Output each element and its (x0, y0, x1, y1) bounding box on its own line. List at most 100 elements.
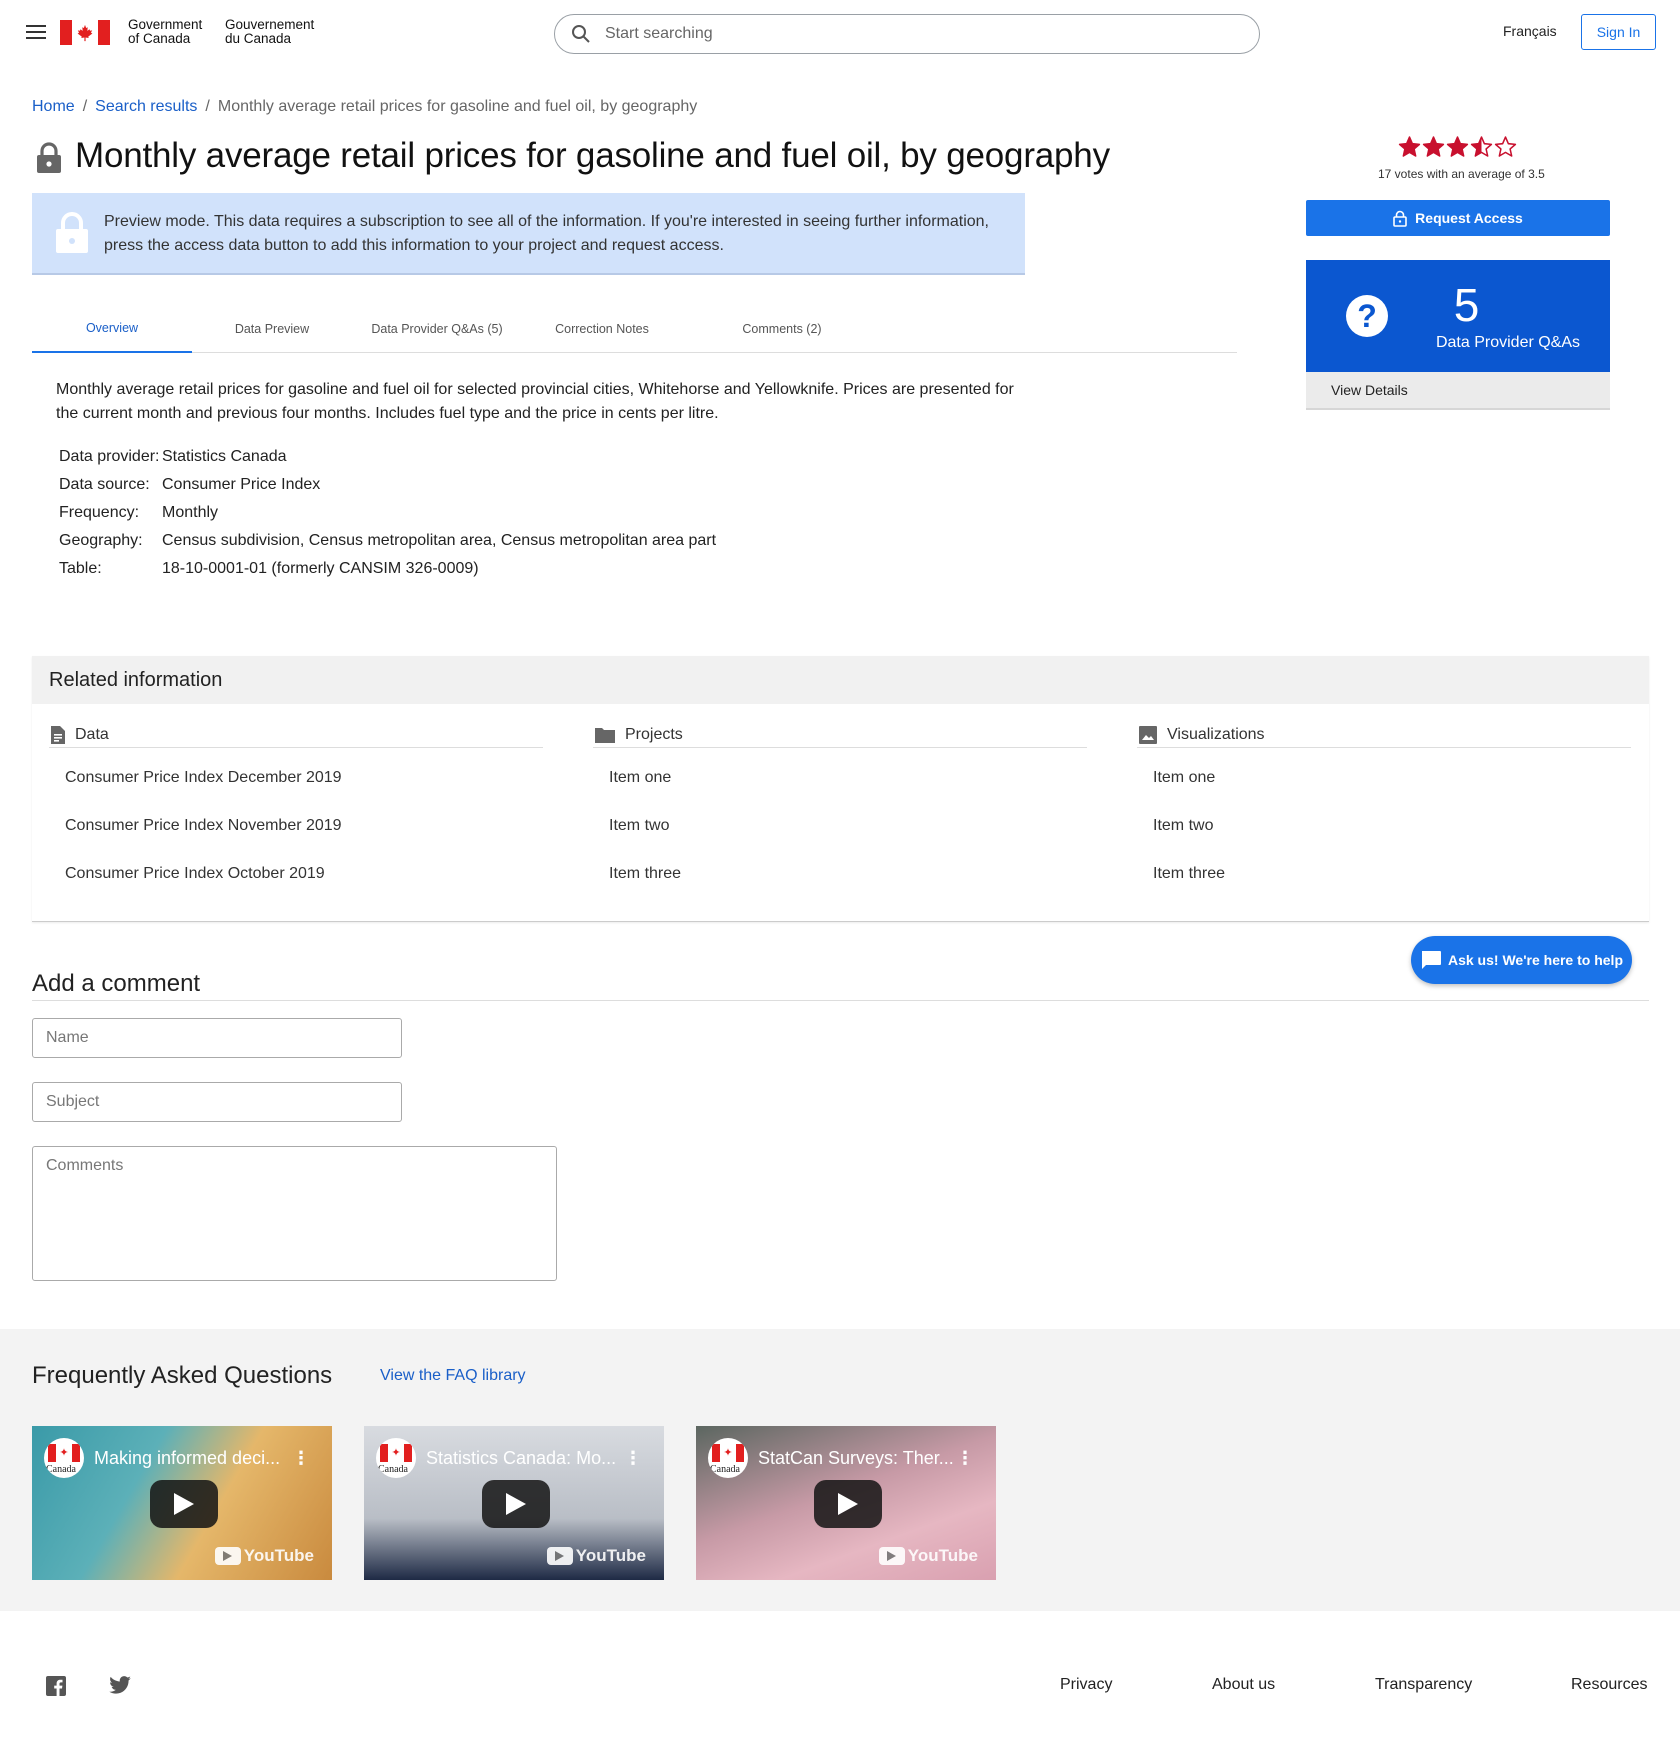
twitter-icon[interactable] (109, 1676, 131, 1699)
add-comment-title: Add a comment (32, 970, 201, 997)
channel-name: Canada (378, 1464, 408, 1475)
metadata-value: 18-10-0001-01 (formerly CANSIM 326-0009) (162, 560, 479, 577)
menu-icon[interactable] (26, 25, 46, 39)
related-project-link[interactable]: Item one (593, 754, 1087, 802)
faq-section: Frequently Asked Questions View the FAQ … (0, 1329, 1680, 1611)
related-column-header: Visualizations (1137, 724, 1631, 748)
breadcrumb-separator: / (82, 98, 88, 115)
play-button-icon[interactable] (482, 1480, 550, 1528)
tab-bar: Overview Data Preview Data Provider Q&As… (32, 305, 1237, 353)
star-rating[interactable] (1398, 136, 1517, 158)
sign-in-button[interactable]: Sign In (1581, 14, 1656, 50)
metadata-row: Data source: Consumer Price Index (59, 471, 716, 499)
related-column-header: Data (49, 724, 543, 748)
related-project-link[interactable]: Item three (593, 850, 1087, 898)
channel-avatar: ✦ Canada (376, 1438, 416, 1478)
breadcrumb-home[interactable]: Home (32, 98, 75, 116)
related-visualization-link[interactable]: Item one (1137, 754, 1631, 802)
faq-video[interactable]: ✦ Canada StatCan Surveys: Ther... ⋮ YouTu… (696, 1426, 996, 1580)
star-empty-icon[interactable] (1494, 136, 1517, 158)
youtube-wordmark: YouTube (575, 1546, 646, 1565)
metadata-row: Frequency: Monthly (59, 499, 716, 527)
ask-us-label: Ask us! We're here to help (1447, 952, 1623, 968)
lock-icon (1393, 210, 1407, 227)
youtube-logo: YouTube (214, 1546, 314, 1566)
search-input[interactable] (605, 25, 1205, 43)
metadata-key: Geography: (59, 532, 143, 549)
star-filled-icon[interactable] (1446, 136, 1469, 158)
footer-link-privacy[interactable]: Privacy (1060, 1676, 1112, 1694)
tab-data-preview[interactable]: Data Preview (192, 305, 352, 353)
qa-label: Data Provider Q&As (1435, 334, 1581, 351)
related-data-link[interactable]: Consumer Price Index October 2019 (49, 850, 543, 898)
metadata-value: Consumer Price Index (162, 476, 321, 493)
ask-us-chat-button[interactable]: Ask us! We're here to help (1411, 936, 1632, 984)
related-data-link[interactable]: Consumer Price Index December 2019 (49, 754, 543, 802)
name-field[interactable] (32, 1018, 402, 1058)
request-access-button[interactable]: Request Access (1306, 200, 1610, 236)
footer-link-resources[interactable]: Resources (1571, 1676, 1647, 1694)
faq-library-link[interactable]: View the FAQ library (380, 1367, 526, 1385)
request-access-label: Request Access (1415, 210, 1523, 226)
youtube-logo: YouTube (546, 1546, 646, 1566)
wordmark-line: Government (128, 17, 203, 32)
document-icon (51, 725, 65, 744)
star-half-icon[interactable] (1470, 136, 1493, 158)
related-column-heading: Data (75, 725, 109, 743)
more-options-icon[interactable]: ⋮ (956, 1448, 974, 1469)
divider (32, 1000, 1649, 1001)
star-filled-icon[interactable] (1398, 136, 1421, 158)
metadata-value: Census subdivision, Census metropolitan … (162, 532, 717, 549)
related-visualization-link[interactable]: Item three (1137, 850, 1631, 898)
play-button-icon[interactable] (814, 1480, 882, 1528)
data-provider-qa-card[interactable]: ? 5 Data Provider Q&As (1306, 260, 1610, 372)
metadata-row: Table: 18-10-0001-01 (formerly CANSIM 326… (59, 555, 716, 583)
related-column-heading: Projects (625, 725, 683, 743)
related-information-panel: Related information Data Consumer Price … (32, 656, 1649, 922)
star-filled-icon[interactable] (1422, 136, 1445, 158)
image-icon (1139, 725, 1157, 744)
breadcrumb: Home / Search results / Monthly average … (32, 98, 697, 116)
metadata-value: Statistics Canada (162, 448, 287, 465)
faq-title: Frequently Asked Questions (32, 1362, 333, 1389)
wordmark-line: du Canada (225, 31, 292, 46)
video-title: Statistics Canada: Mo... (426, 1448, 617, 1468)
tab-comments[interactable]: Comments (2) (692, 305, 872, 353)
language-toggle-link[interactable]: Français (1503, 23, 1557, 39)
breadcrumb-separator: / (205, 98, 210, 115)
preview-mode-text: Preview mode. This data requires a subsc… (104, 213, 989, 254)
metadata-key: Frequency: (59, 504, 140, 521)
lock-icon (36, 142, 62, 179)
metadata-row: Data provider: Statistics Canada (59, 443, 716, 471)
comments-field[interactable] (32, 1146, 557, 1281)
tab-data-provider-qas[interactable]: Data Provider Q&As (5) (352, 305, 522, 353)
related-information-title: Related information (32, 656, 1649, 704)
faq-video[interactable]: ✦ Canada Statistics Canada: Mo... ⋮ YouTu… (364, 1426, 664, 1580)
related-visualization-link[interactable]: Item two (1137, 802, 1631, 850)
more-options-icon[interactable]: ⋮ (624, 1448, 642, 1469)
footer-link-about-us[interactable]: About us (1212, 1676, 1275, 1694)
tab-correction-notes[interactable]: Correction Notes (522, 305, 682, 353)
youtube-wordmark: YouTube (907, 1546, 978, 1565)
play-button-icon[interactable] (150, 1480, 218, 1528)
faq-video[interactable]: ✦ Canada Making informed deci... ⋮ YouTub… (32, 1426, 332, 1580)
wordmark-line: of Canada (128, 31, 191, 46)
video-title: Making informed deci... (94, 1448, 281, 1468)
view-details-link[interactable]: View Details (1306, 372, 1610, 410)
page-title: Monthly average retail prices for gasoli… (75, 136, 1110, 175)
government-of-canada-wordmark-en: Government of Canada (128, 18, 202, 46)
facebook-icon[interactable] (46, 1676, 66, 1701)
subject-field[interactable] (32, 1082, 402, 1122)
footer-link-transparency[interactable]: Transparency (1375, 1676, 1472, 1694)
breadcrumb-search-results[interactable]: Search results (95, 98, 197, 116)
more-options-icon[interactable]: ⋮ (292, 1448, 310, 1469)
video-title: StatCan Surveys: Ther... (758, 1448, 954, 1468)
qa-count: 5 (1453, 279, 1480, 331)
tab-overview[interactable]: Overview (32, 305, 192, 353)
related-data-column: Data Consumer Price Index December 2019 … (49, 724, 543, 898)
related-data-link[interactable]: Consumer Price Index November 2019 (49, 802, 543, 850)
search-bar[interactable] (554, 14, 1260, 54)
related-project-link[interactable]: Item two (593, 802, 1087, 850)
folder-icon (595, 727, 615, 743)
channel-name: Canada (710, 1464, 740, 1475)
